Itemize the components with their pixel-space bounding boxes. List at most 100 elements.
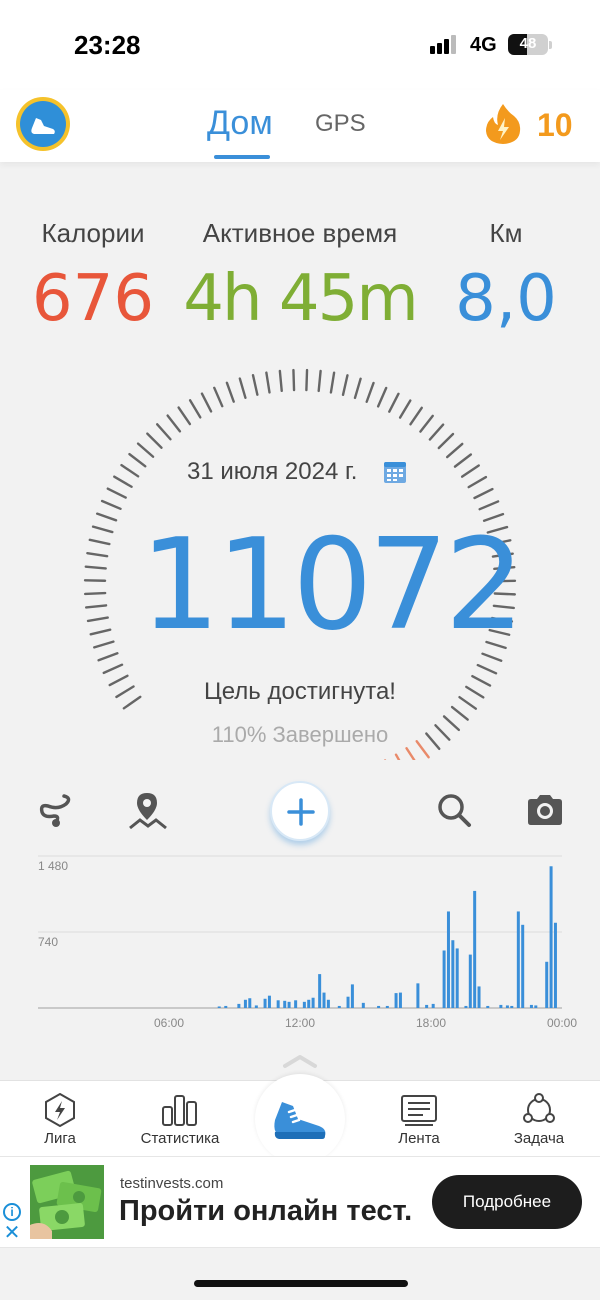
dial-tick [353, 377, 362, 400]
ad-domain: testinvests.com [120, 1175, 224, 1192]
ad-image[interactable] [30, 1165, 104, 1239]
x-tick-label: 12:00 [285, 1016, 315, 1030]
close-icon[interactable]: ✕ [3, 1223, 21, 1243]
date-label[interactable]: 31 июля 2024 г. [187, 458, 357, 486]
dial-tick [136, 442, 155, 458]
nav-feed-label: Лента [398, 1130, 440, 1147]
home-indicator[interactable] [194, 1280, 408, 1287]
dial-tick [450, 705, 469, 721]
dial-tick [225, 381, 235, 403]
chart-bar [473, 890, 477, 1008]
dial-tick [84, 604, 108, 609]
dial-tick [453, 453, 473, 468]
chart-bar [477, 986, 481, 1008]
chart-bar [311, 997, 315, 1008]
x-tick-label: 06:00 [154, 1016, 184, 1030]
search-icon[interactable] [434, 790, 474, 830]
chart-bar [307, 999, 311, 1008]
dial-tick [86, 552, 109, 558]
info-icon[interactable]: i [3, 1203, 21, 1221]
status-bar: 23:28 4G 48 [0, 0, 600, 90]
dial-tick [365, 381, 375, 403]
chart-bar [248, 998, 252, 1008]
dial-tick [251, 373, 259, 396]
chart-bar [499, 1004, 503, 1008]
battery-tip [549, 41, 552, 49]
plus-icon [287, 798, 315, 826]
nav-league-label: Лига [44, 1130, 76, 1147]
nav-home-shoe-button[interactable] [255, 1074, 345, 1164]
nav-league[interactable]: Лига [5, 1081, 115, 1157]
tab-home[interactable]: Дом [207, 104, 273, 143]
ad-banner[interactable]: testinvests.com Пройти онлайн тест. Подр… [0, 1156, 600, 1248]
calories-value: 676 [31, 262, 155, 336]
chart-bar [553, 922, 557, 1008]
camera-icon[interactable] [525, 790, 565, 830]
chart-bar [287, 1001, 291, 1008]
chart-bar [326, 999, 330, 1008]
ad-title[interactable]: Пройти онлайн тест. [119, 1195, 412, 1228]
dial-tick [200, 392, 213, 413]
dial-tick [409, 406, 423, 426]
battery-percent: 48 [519, 35, 537, 52]
dial-tick [376, 386, 388, 408]
goal-status: Цель достигнута! [204, 678, 396, 705]
nav-task-label: Задача [513, 1130, 565, 1147]
dial-tick [437, 432, 455, 450]
chart-bar [394, 993, 398, 1008]
dial-tick [102, 663, 124, 675]
calendar-icon[interactable] [383, 460, 407, 484]
chart-bar [276, 1000, 280, 1008]
chart-bar [451, 940, 455, 1008]
distance-label: Км [489, 218, 523, 248]
chart-bar [361, 1002, 365, 1008]
streak-count[interactable]: 10 [537, 107, 573, 144]
nav-task[interactable]: Задача [484, 1081, 594, 1157]
chart-bar [521, 924, 525, 1008]
nav-statistics[interactable]: Статистика [125, 1081, 235, 1157]
y-tick-label: 1 480 [38, 859, 68, 873]
dial-tick [213, 386, 224, 408]
x-tick-label: 18:00 [416, 1016, 446, 1030]
map-pin-icon[interactable] [128, 790, 168, 830]
chart-bar [254, 1005, 258, 1008]
dial-tick [445, 442, 464, 459]
lightning-hex-icon [42, 1092, 78, 1128]
dial-tick [86, 616, 109, 623]
chart-bar [217, 1006, 221, 1008]
dial-tick [419, 414, 434, 433]
network-label: 4G [470, 34, 497, 56]
dial-tick [100, 499, 122, 511]
dial-tick [341, 374, 349, 397]
chart-bar [468, 954, 472, 1008]
chart-bar [464, 1005, 468, 1008]
chart-bar [446, 911, 450, 1008]
dial-tick [467, 475, 488, 489]
tab-gps[interactable]: GPS [315, 110, 366, 138]
top-nav: Дом GPS 10 [0, 90, 600, 162]
bar-chart-icon [162, 1093, 198, 1127]
nav-feed[interactable]: Лента [364, 1081, 474, 1157]
active-time-value: 4h 45m [183, 262, 418, 336]
route-icon[interactable] [36, 790, 76, 830]
profile-button[interactable] [16, 97, 70, 151]
dial-tick [317, 369, 322, 393]
active-time-label: Активное время [202, 218, 398, 248]
shoe-avatar-icon [20, 101, 66, 147]
chart-bar [283, 1000, 287, 1008]
dial-tick [305, 368, 309, 392]
dial-tick [460, 464, 480, 478]
status-time: 23:28 [74, 30, 141, 60]
chart-bar [267, 995, 271, 1008]
chart-bar [545, 961, 549, 1008]
dial-tick [95, 512, 118, 522]
flame-icon[interactable] [484, 102, 522, 146]
dial-tick [465, 685, 485, 699]
chart-bar [549, 866, 553, 1008]
chevron-up-icon[interactable] [282, 1053, 318, 1069]
dial-tick [122, 695, 142, 710]
ad-cta-button[interactable]: Подробнее [432, 1175, 582, 1229]
chart-bar [337, 1005, 341, 1008]
add-activity-button[interactable] [270, 781, 330, 841]
chart-bar [263, 998, 267, 1008]
